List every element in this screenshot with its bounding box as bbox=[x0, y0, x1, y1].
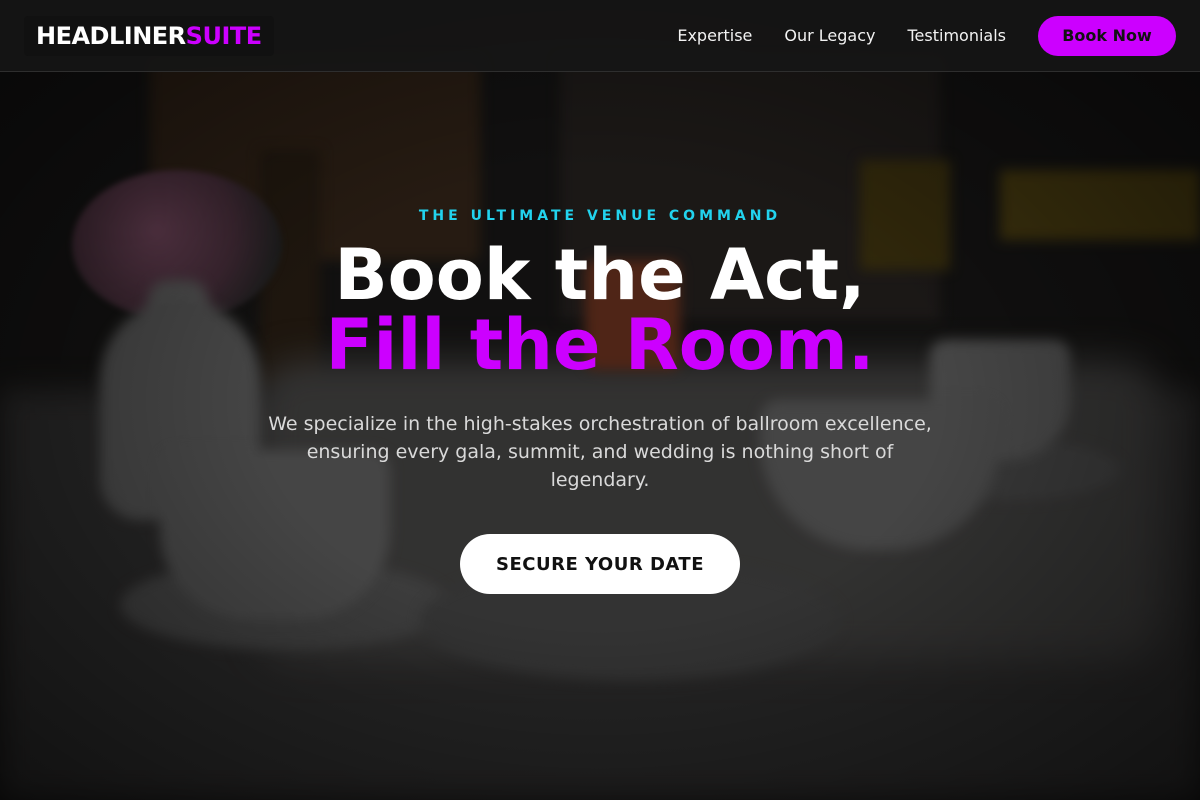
brand-name-part2: SUITE bbox=[185, 21, 262, 50]
hero-title: Book the Act, Fill the Room. bbox=[0, 240, 1200, 380]
hero-title-line2: Fill the Room. bbox=[325, 304, 875, 386]
brand-name-part1: HEADLINER bbox=[36, 21, 186, 50]
nav-link-testimonials[interactable]: Testimonials bbox=[908, 26, 1007, 45]
hero-description: We specialize in the high-stakes orchest… bbox=[268, 413, 932, 491]
nav-link-expertise[interactable]: Expertise bbox=[677, 26, 752, 45]
book-now-button[interactable]: Book Now bbox=[1038, 15, 1176, 56]
hero-title-line1: Book the Act, bbox=[334, 234, 866, 316]
brand-logo[interactable]: HEADLINERSUITE bbox=[24, 15, 274, 56]
hero-section: THE ULTIMATE VENUE COMMAND Book the Act,… bbox=[0, 72, 1200, 800]
main-nav: Expertise Our Legacy Testimonials Book N… bbox=[677, 15, 1176, 56]
hero-eyebrow: THE ULTIMATE VENUE COMMAND bbox=[418, 208, 782, 224]
nav-link-our-legacy[interactable]: Our Legacy bbox=[784, 26, 875, 45]
secure-your-date-button[interactable]: SECURE YOUR DATE bbox=[460, 534, 740, 594]
navbar: HEADLINERSUITE Expertise Our Legacy Test… bbox=[0, 0, 1200, 72]
